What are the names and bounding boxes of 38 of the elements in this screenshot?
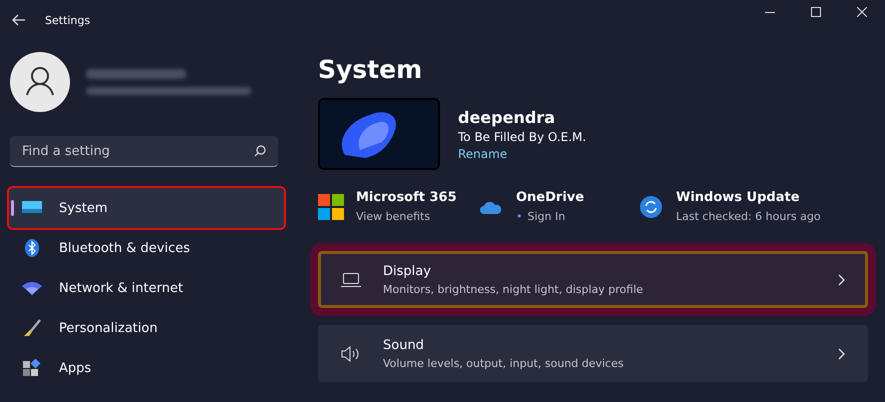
avatar-icon[interactable]	[10, 52, 70, 112]
settings-card[interactable]: Sound Volume levels, output, input, sound devices	[318, 325, 868, 382]
quick-link-subtitle: Last checked: 6 hours ago	[676, 210, 821, 223]
search-field[interactable]: Find a setting	[10, 136, 278, 167]
chevron-right-icon	[838, 348, 845, 360]
speaker-icon	[341, 346, 361, 362]
sidebar-item[interactable]: Network & internet	[9, 268, 284, 308]
back-arrow-icon[interactable]	[12, 14, 26, 26]
window-title: Settings	[45, 14, 90, 26]
quick-link-title[interactable]: OneDrive	[516, 190, 584, 205]
card-title: Sound	[383, 338, 425, 352]
card-subtitle: Volume levels, output, input, sound devices	[383, 356, 625, 370]
close-icon	[857, 7, 867, 17]
search-icon[interactable]	[254, 145, 266, 157]
sidebar-item[interactable]: Bluetooth & devices	[9, 228, 284, 268]
sidebar-item[interactable]: Apps	[9, 348, 284, 388]
laptop-icon	[341, 272, 361, 286]
card-subtitle: Monitors, brightness, night light, display profile	[383, 282, 644, 296]
card-title: Display	[383, 264, 432, 278]
chevron-right-icon	[838, 274, 845, 286]
sidebar-item[interactable]: System	[9, 188, 284, 228]
device-name: deependra	[458, 108, 556, 126]
refresh-icon[interactable]	[638, 196, 664, 218]
quick-link-subtitle: View benefits	[356, 210, 430, 223]
sidebar-item[interactable]: Personalization	[9, 308, 284, 348]
page-title: System	[318, 54, 424, 86]
status-bullet: •	[516, 210, 522, 223]
device-model: To Be Filled By O.E.M.	[458, 130, 586, 144]
monitor-icon	[21, 201, 43, 215]
four-squares-icon[interactable]	[318, 194, 344, 220]
quick-link-title[interactable]: Microsoft 365	[356, 190, 457, 205]
maximize-icon	[811, 7, 821, 17]
quick-link-title[interactable]: Windows Update	[676, 190, 821, 205]
quick-link-subtitle: Sign In	[528, 210, 566, 223]
rename-link[interactable]: Rename	[458, 146, 586, 160]
wifi-icon	[21, 281, 43, 295]
cloud-icon[interactable]	[478, 200, 504, 214]
apps-icon	[21, 359, 43, 377]
